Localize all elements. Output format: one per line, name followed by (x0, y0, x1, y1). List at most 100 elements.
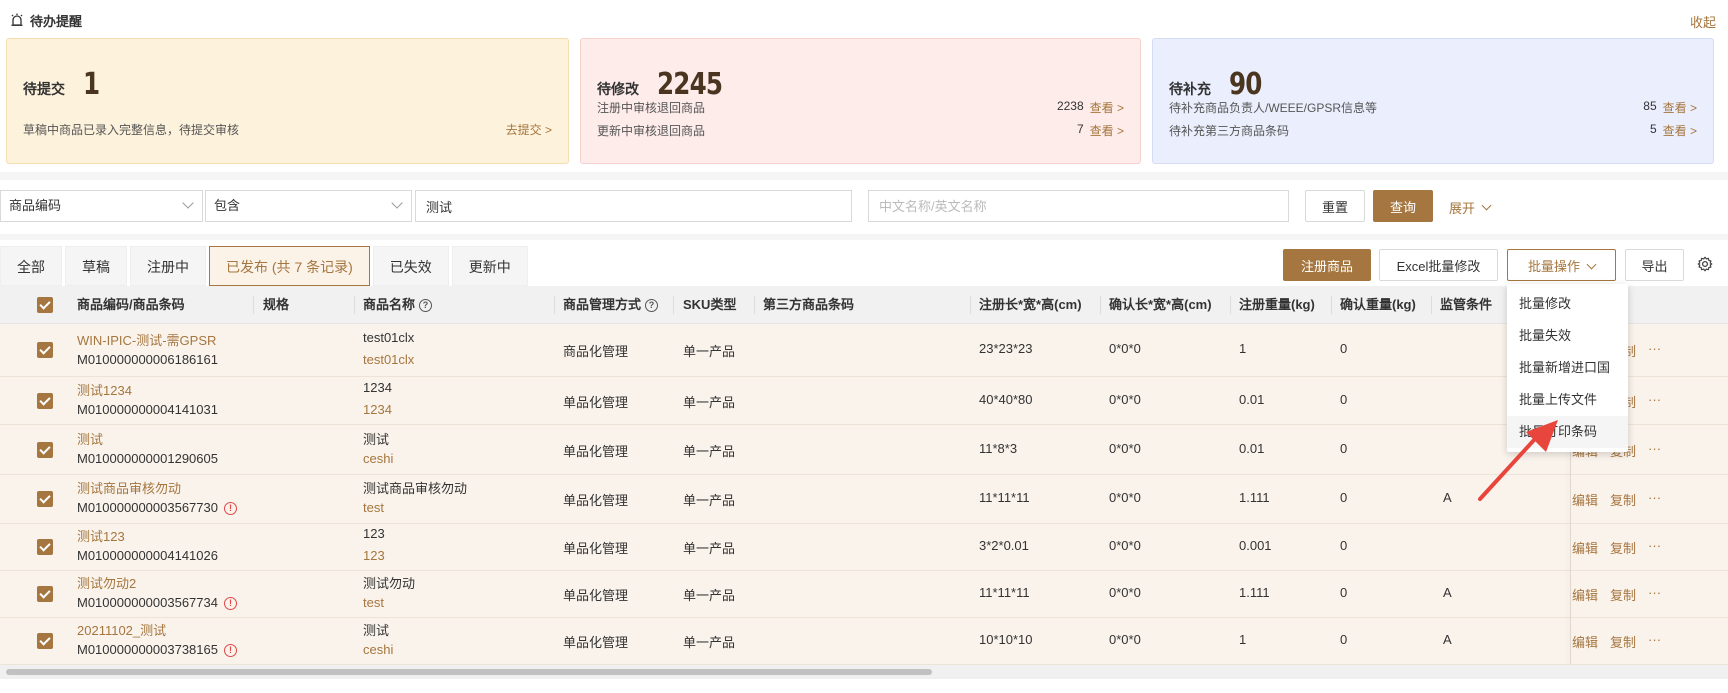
conf-weight: 0 (1340, 585, 1348, 600)
row-checkbox[interactable] (37, 586, 53, 602)
product-code-link[interactable]: 20211102_测试 (77, 620, 166, 639)
horizontal-scrollbar[interactable] (0, 665, 1728, 679)
card-line-text: 待补充商品负责人/WEEE/GPSR信息等 (1169, 101, 1378, 115)
chevron-down-icon (182, 197, 194, 209)
edit-link[interactable]: 编辑 (1572, 538, 1598, 557)
reset-button[interactable]: 重置 (1305, 190, 1365, 222)
copy-link[interactable]: 复制 (1610, 632, 1636, 651)
tab-registering[interactable]: 注册中 (130, 246, 206, 286)
gear-icon[interactable] (1697, 256, 1713, 272)
help-icon[interactable]: ? (645, 298, 659, 312)
reg-dimensions: 40*40*80 (979, 392, 1033, 407)
edit-link[interactable]: 编辑 (1572, 632, 1598, 651)
view-link[interactable]: 查看 > (1090, 122, 1124, 139)
card-line-text: 注册中审核退回商品 (597, 101, 706, 115)
card-count: 90 (1229, 67, 1262, 102)
expand-link[interactable]: 展开 (1449, 198, 1492, 217)
col-divider (554, 296, 555, 314)
row-checkbox[interactable] (37, 539, 53, 555)
annotation-arrow-icon (1478, 420, 1558, 501)
conf-weight: 0 (1340, 538, 1348, 553)
table-row[interactable]: WIN-IPIC-测试-需GPSR M010000000006186161 te… (0, 324, 1728, 377)
select-all-checkbox[interactable] (37, 297, 53, 313)
tab-updating[interactable]: 更新中 (451, 246, 528, 286)
tab-published[interactable]: 已发布 (共 7 条记录) (209, 246, 370, 286)
table-row[interactable]: 测试勿动2 M010000000003567734! 测试勿动 test 单品化… (0, 571, 1728, 618)
more-icon[interactable]: ··· (1648, 392, 1661, 411)
tab-all[interactable]: 全部 (0, 246, 62, 286)
menu-item-batch-edit[interactable]: 批量修改 (1507, 288, 1628, 320)
copy-link[interactable]: 复制 (1610, 490, 1636, 509)
more-icon[interactable]: ··· (1648, 538, 1661, 557)
row-checkbox[interactable] (37, 491, 53, 507)
col-sku: SKU类型 (683, 297, 737, 312)
help-icon[interactable]: ? (419, 298, 433, 312)
excel-batch-edit-button[interactable]: Excel批量修改 (1379, 249, 1498, 281)
product-code-link[interactable]: 测试1234 (77, 380, 132, 399)
more-icon[interactable]: ··· (1648, 585, 1661, 604)
register-product-button[interactable]: 注册商品 (1283, 249, 1371, 281)
reg-weight: 0.01 (1239, 392, 1265, 407)
product-code-link[interactable]: WIN-IPIC-测试-需GPSR (77, 330, 216, 349)
edit-link[interactable]: 编辑 (1572, 585, 1598, 604)
reg-dimensions: 11*11*11 (979, 585, 1030, 600)
mgmt-mode: 单品化管理 (563, 493, 629, 508)
view-link[interactable]: 查看 > (1663, 122, 1697, 139)
view-link[interactable]: 查看 > (1090, 99, 1124, 116)
table-row[interactable]: 20211102_测试 M010000000003738165! 测试 cesh… (0, 618, 1728, 665)
more-icon[interactable]: ··· (1648, 441, 1661, 460)
row-checkbox[interactable] (37, 633, 53, 649)
warning-icon[interactable]: ! (223, 644, 237, 658)
product-code-link[interactable]: 测试123 (77, 526, 125, 545)
conf-dimensions: 0*0*0 (1109, 585, 1141, 600)
view-link[interactable]: 查看 > (1663, 99, 1697, 116)
collapse-link[interactable]: 收起 (1690, 12, 1716, 31)
keyword-input[interactable] (415, 190, 852, 222)
product-code-link[interactable]: 测试勿动2 (77, 573, 136, 592)
table-row[interactable]: 测试1234 M010000000004141031 1234 1234 单品化… (0, 377, 1728, 425)
table-row[interactable]: 测试123 M010000000004141026 123 123 单品化管理 … (0, 524, 1728, 571)
card-to-modify: 待修改 2245 注册中审核退回商品 2238 查看 > 更新中审核退回商品 7 查看… (580, 38, 1141, 164)
reg-dimensions: 11*11*11 (979, 490, 1030, 505)
field-select[interactable]: 商品编码 (0, 190, 203, 222)
product-code-link[interactable]: 测试商品审核勿动 (77, 478, 181, 497)
menu-item-batch-upload-file[interactable]: 批量上传文件 (1507, 384, 1628, 416)
table-row[interactable]: 测试商品审核勿动 M010000000003567730! 测试商品审核勿动 t… (0, 475, 1728, 524)
sku-type: 单一产品 (683, 493, 736, 508)
operator-select[interactable]: 包含 (205, 190, 412, 222)
row-checkbox[interactable] (37, 442, 53, 458)
tab-draft[interactable]: 草稿 (65, 246, 127, 286)
menu-item-batch-add-import-country[interactable]: 批量新增进口国 (1507, 352, 1628, 384)
batch-operation-button[interactable]: 批量操作 (1507, 249, 1616, 281)
card-line-count: 2238 (1056, 99, 1084, 113)
export-button[interactable]: 导出 (1625, 249, 1684, 281)
table-row[interactable]: 测试 M010000000001290605 测试 ceshi 单品化管理 单一… (0, 425, 1728, 475)
tab-invalid[interactable]: 已失效 (372, 246, 449, 286)
more-icon[interactable]: ··· (1648, 341, 1661, 360)
field-select-value: 商品编码 (9, 198, 62, 213)
name-input[interactable] (868, 190, 1289, 222)
mgmt-mode: 单品化管理 (563, 444, 629, 459)
chevron-down-icon (1481, 200, 1492, 211)
warning-icon[interactable]: ! (223, 502, 237, 516)
warning-icon[interactable]: ! (223, 597, 237, 611)
mgmt-mode: 单品化管理 (563, 635, 629, 650)
col-divider (1431, 296, 1432, 314)
row-checkbox[interactable] (37, 393, 53, 409)
copy-link[interactable]: 复制 (1610, 538, 1636, 557)
more-icon[interactable]: ··· (1648, 632, 1661, 651)
conf-weight: 0 (1340, 441, 1348, 456)
product-name-en: test01clx (363, 352, 415, 367)
product-code-link[interactable]: 测试 (77, 429, 103, 448)
copy-link[interactable]: 复制 (1610, 585, 1636, 604)
more-icon[interactable]: ··· (1648, 490, 1661, 509)
query-button[interactable]: 查询 (1373, 190, 1433, 222)
card-count: 1 (83, 67, 100, 102)
submit-link[interactable]: 去提交 > (506, 121, 552, 138)
reg-weight: 1 (1239, 341, 1247, 356)
row-checkbox[interactable] (37, 342, 53, 358)
menu-item-batch-invalidate[interactable]: 批量失效 (1507, 320, 1628, 352)
product-barcode: M010000000004141026 (77, 548, 218, 563)
scrollbar-thumb[interactable] (6, 669, 932, 675)
chevron-down-icon (391, 197, 403, 209)
